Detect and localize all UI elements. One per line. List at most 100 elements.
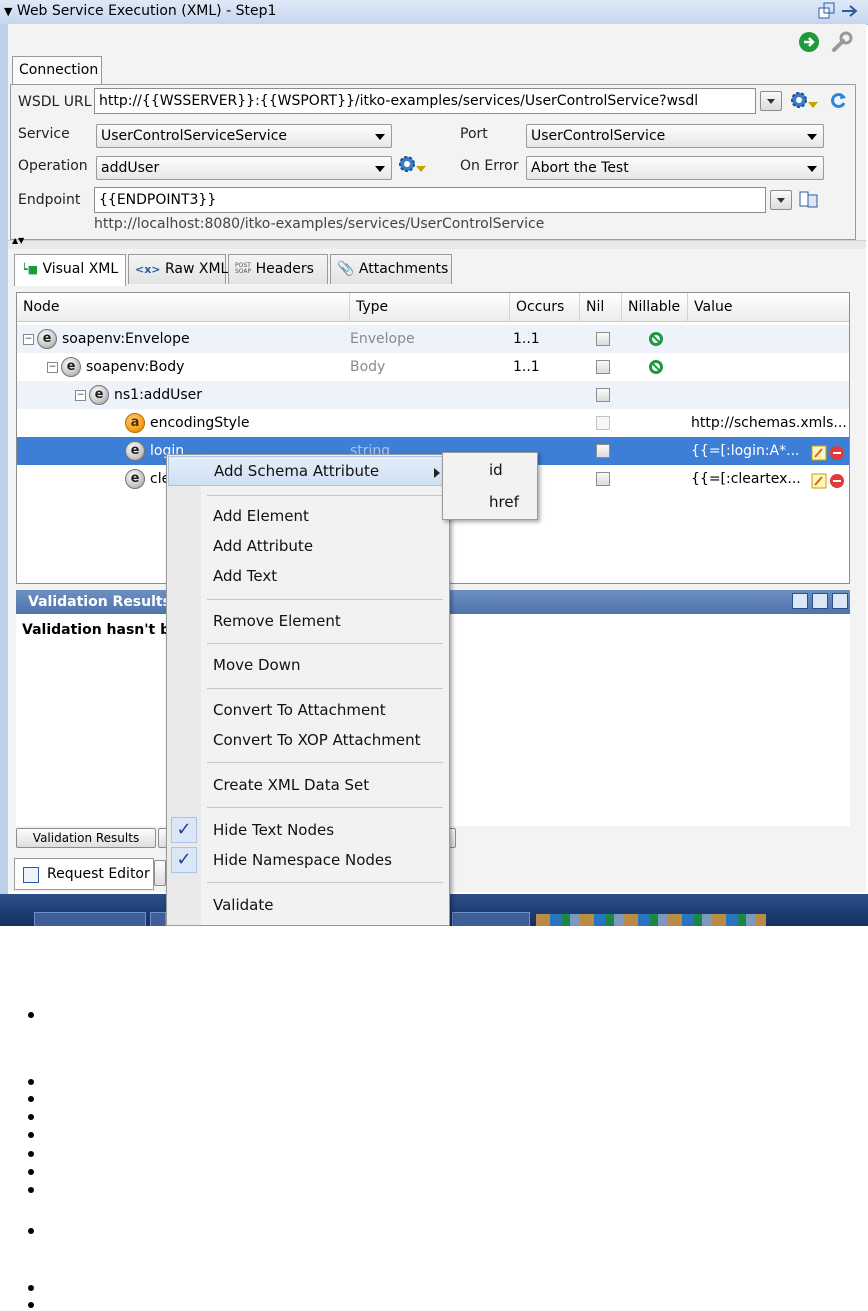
column-header-nil[interactable]: Nil [580, 293, 622, 321]
taskbar-button[interactable] [34, 912, 146, 926]
validation-message: Validation hasn't b [22, 622, 171, 638]
menu-item-add-attribute[interactable]: Add Attribute [213, 537, 313, 555]
not-nillable-icon [649, 332, 663, 346]
element-icon: e [89, 385, 109, 405]
wsdl-url-label: WSDL URL [18, 94, 92, 110]
run-arrow-icon[interactable] [798, 30, 820, 54]
endpoint-history-dropdown[interactable] [770, 190, 792, 210]
edit-pencil-icon[interactable] [811, 471, 827, 499]
window-titlebar: ▼ Web Service Execution (XML) - Step1 [0, 0, 868, 25]
column-header-nillable[interactable]: Nillable [622, 293, 688, 321]
splitter-arrows-icon[interactable]: ▲▼ [12, 237, 24, 245]
paperclip-icon: 📎 [337, 261, 355, 277]
nil-checkbox[interactable] [596, 332, 610, 346]
nil-checkbox[interactable] [596, 388, 610, 402]
menu-item-add-text[interactable]: Add Text [213, 567, 277, 585]
nil-checkbox[interactable] [596, 360, 610, 374]
bullet-marker [28, 1012, 34, 1018]
wsdl-history-dropdown[interactable] [760, 91, 782, 111]
port-label: Port [460, 126, 488, 142]
minimize-icon[interactable] [832, 593, 848, 609]
screenshot-area: ▼ Web Service Execution (XML) - Step1 Co… [0, 0, 868, 926]
endpoint-field[interactable]: {{ENDPOINT3}} [94, 187, 766, 213]
post-soap-icon: POST SOAP [235, 262, 252, 275]
tab-headers[interactable]: POST SOAP Headers [228, 254, 328, 284]
submenu-item-id[interactable]: id [489, 461, 503, 479]
column-header-node[interactable]: Node [17, 293, 350, 321]
bullet-marker [28, 1187, 34, 1193]
menu-item-validate[interactable]: Validate [213, 896, 273, 914]
service-label: Service [18, 126, 70, 142]
collapse-icon[interactable]: − [75, 389, 86, 401]
validation-results-button[interactable]: Validation Results [16, 828, 156, 848]
menu-item-convert-to-attachment[interactable]: Convert To Attachment [213, 701, 386, 719]
menu-item-move-down[interactable]: Move Down [213, 656, 301, 674]
table-row[interactable]: − e soapenv:Body Body 1..1 [17, 353, 849, 381]
left-border [0, 24, 8, 894]
port-select[interactable]: UserControlService [526, 124, 824, 148]
submenu-item-href[interactable]: href [489, 493, 519, 511]
column-header-value[interactable]: Value [688, 293, 849, 321]
table-header: Node Type Occurs Nil Nillable Value [17, 293, 849, 322]
bullet-marker [28, 1302, 34, 1308]
refresh-icon[interactable] [828, 90, 848, 110]
menu-item-remove-element[interactable]: Remove Element [213, 612, 341, 630]
detach-window-icon[interactable] [818, 2, 836, 20]
gear-icon[interactable] [788, 88, 820, 112]
collapse-icon[interactable]: − [23, 333, 34, 345]
menu-item-create-xml-data-set[interactable]: Create XML Data Set [213, 776, 369, 794]
bullet-marker [28, 1079, 34, 1085]
menu-item-add-element[interactable]: Add Element [213, 507, 309, 525]
element-icon: e [61, 357, 81, 377]
table-row[interactable]: a encodingStyle http://schemas.xmls... [17, 409, 849, 437]
collapse-triangle-icon[interactable]: ▼ [4, 5, 12, 18]
table-row[interactable]: − e ns1:addUser [17, 381, 849, 409]
tab-raw-xml[interactable]: <x> Raw XML [128, 254, 228, 284]
copy-endpoint-icon[interactable] [798, 190, 820, 210]
menu-item-add-schema-attribute[interactable]: Add Schema Attribute [168, 456, 448, 486]
menu-item-hide-text-nodes[interactable]: Hide Text Nodes [213, 821, 334, 839]
endpoint-label: Endpoint [18, 192, 81, 208]
not-nillable-icon [649, 360, 663, 374]
xml-tag-icon: <x> [135, 263, 161, 276]
arrow-right-icon[interactable] [840, 2, 860, 20]
column-header-type[interactable]: Type [350, 293, 510, 321]
operation-select[interactable]: addUser [96, 156, 392, 180]
attribute-icon: a [125, 413, 145, 433]
column-header-occurs[interactable]: Occurs [510, 293, 580, 321]
tab-visual-xml[interactable]: ┕■ Visual XML [14, 254, 126, 286]
operation-label: Operation [18, 158, 88, 174]
taskbar-button[interactable] [150, 912, 166, 926]
restore-icon[interactable] [792, 593, 808, 609]
table-row[interactable]: − e soapenv:Envelope Envelope 1..1 [17, 325, 849, 353]
nil-checkbox[interactable] [596, 472, 610, 486]
splitter-handle[interactable]: ▲▼ [8, 237, 866, 249]
nil-checkbox[interactable] [596, 444, 610, 458]
on-error-select[interactable]: Abort the Test [526, 156, 824, 180]
adjacent-tab[interactable] [154, 860, 166, 886]
context-menu: Add Schema Attribute Add Element Add Att… [166, 454, 450, 926]
endpoint-resolved-url: http://localhost:8080/itko-examples/serv… [94, 216, 545, 232]
tab-connection[interactable]: Connection [12, 56, 102, 84]
menu-item-convert-to-xop-attachment[interactable]: Convert To XOP Attachment [213, 731, 421, 749]
collapse-icon[interactable]: − [47, 361, 58, 373]
bullet-marker [28, 1151, 34, 1157]
request-editor-icon [23, 867, 39, 883]
nil-checkbox[interactable] [596, 416, 610, 430]
submenu-arrow-icon [434, 468, 440, 478]
system-tray-icons[interactable] [536, 914, 766, 926]
operation-gear-icon[interactable] [396, 152, 428, 176]
tab-request-editor[interactable]: Request Editor [14, 858, 154, 890]
remove-icon[interactable] [829, 471, 845, 499]
chevron-down-icon [807, 134, 817, 140]
window-title: Web Service Execution (XML) - Step1 [16, 3, 277, 19]
bullet-marker [28, 1114, 34, 1120]
service-select[interactable]: UserControlServiceService [96, 124, 392, 148]
wsdl-url-field[interactable]: http://{{WSSERVER}}:{{WSPORT}}/itko-exam… [94, 88, 756, 114]
checkmark-icon: ✓ [171, 817, 197, 843]
pin-icon[interactable] [812, 593, 828, 609]
tab-attachments[interactable]: 📎 Attachments [330, 254, 452, 284]
menu-item-hide-namespace-nodes[interactable]: Hide Namespace Nodes [213, 851, 392, 869]
wrench-icon[interactable] [830, 30, 854, 54]
taskbar-button[interactable] [452, 912, 530, 926]
